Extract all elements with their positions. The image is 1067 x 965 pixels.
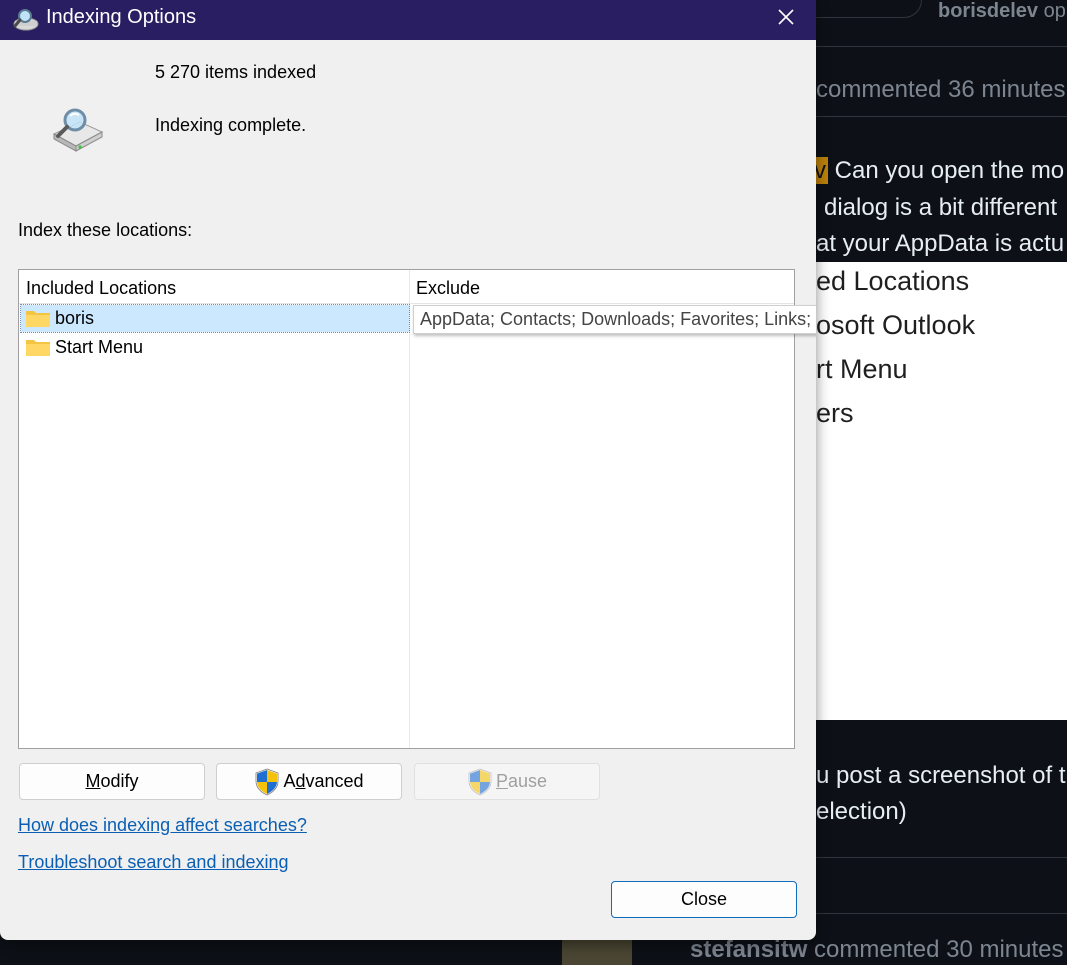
background-shot-text: ed Locations	[816, 266, 970, 296]
background-comment-line: v Can you open the mo	[812, 157, 1064, 185]
table-row[interactable]: boris	[20, 304, 410, 333]
column-divider	[409, 270, 410, 748]
indexing-status: Indexing complete.	[155, 115, 307, 135]
indexing-options-dialog: Indexing Options 5 270 items indexed Ind…	[0, 0, 816, 940]
close-button[interactable]: Close	[611, 881, 797, 918]
background-username-suffix: op	[1043, 0, 1066, 22]
close-window-button[interactable]	[766, 0, 806, 34]
search-drive-icon	[52, 108, 104, 152]
background-username-text: borisdelev	[938, 0, 1039, 22]
close-icon	[778, 9, 794, 25]
troubleshoot-search-link[interactable]: Troubleshoot search and indexing	[18, 852, 289, 873]
column-header-exclude[interactable]: Exclude	[409, 270, 794, 303]
background-shot-text: osoft Outlook	[816, 310, 976, 340]
advanced-accelerator: d	[295, 771, 306, 791]
modify-button[interactable]: Modify	[19, 763, 205, 800]
pause-accelerator: P	[495, 771, 508, 791]
folder-icon	[26, 340, 50, 356]
location-name: boris	[55, 308, 95, 328]
modify-accelerator: M	[85, 771, 101, 791]
background-comment-line: u post a screenshot of t	[816, 762, 1066, 789]
background-divider	[816, 913, 1067, 914]
modify-label: Modify	[85, 771, 138, 792]
pause-label-rest: ause	[507, 771, 548, 791]
indexing-options-icon	[13, 9, 39, 31]
background-comment-line: dialog is a bit different	[824, 194, 1058, 221]
column-header-included[interactable]: Included Locations	[19, 270, 409, 303]
advanced-button[interactable]: Advanced	[216, 763, 402, 800]
background-username: borisdelev op	[938, 0, 1066, 23]
modify-label-rest: odify	[100, 771, 139, 791]
background-footer-comment: stefansitw commented 30 minutes	[690, 936, 1064, 964]
background-divider	[816, 116, 1067, 117]
location-name: Start Menu	[55, 337, 144, 357]
close-button-label: Close	[680, 889, 728, 909]
uac-shield-icon	[468, 768, 492, 795]
header-separator	[19, 303, 794, 304]
uac-shield-icon	[256, 768, 279, 795]
background-divider	[816, 46, 1067, 47]
background-shot-text: ers	[816, 398, 854, 428]
background-comment-line: election)	[816, 798, 907, 825]
folder-icon	[26, 311, 50, 327]
how-indexing-affects-searches-link[interactable]: How does indexing affect searches?	[18, 815, 307, 836]
items-indexed-count: 5 270 items indexed	[155, 62, 317, 82]
background-footer-user: stefansitw	[690, 936, 808, 963]
pause-button[interactable]: Pause	[414, 763, 600, 800]
background-comment-header: commented 36 minutes	[816, 76, 1066, 103]
background-divider	[816, 857, 1067, 858]
advanced-label-start: A	[283, 771, 296, 791]
exclude-tooltip: AppData; Contacts; Downloads; Favorites;…	[413, 305, 816, 334]
dialog-title: Indexing Options	[46, 6, 197, 28]
background-line-text: Can you open the mo	[828, 157, 1065, 184]
advanced-label-rest: vanced	[305, 771, 364, 791]
background-footer-text: commented 30 minutes	[807, 936, 1064, 963]
title-bar[interactable]: Indexing Options	[0, 0, 816, 40]
table-row[interactable]: Start Menu	[21, 334, 409, 361]
advanced-label: Advanced	[283, 771, 363, 792]
background-comment-line: at your AppData is actu	[816, 230, 1065, 257]
background-shot-text: rt Menu	[816, 354, 908, 384]
locations-label: Index these locations:	[18, 220, 193, 240]
pause-label: Pause	[496, 771, 547, 792]
locations-table[interactable]: Included Locations Exclude boris Start M…	[18, 269, 795, 749]
